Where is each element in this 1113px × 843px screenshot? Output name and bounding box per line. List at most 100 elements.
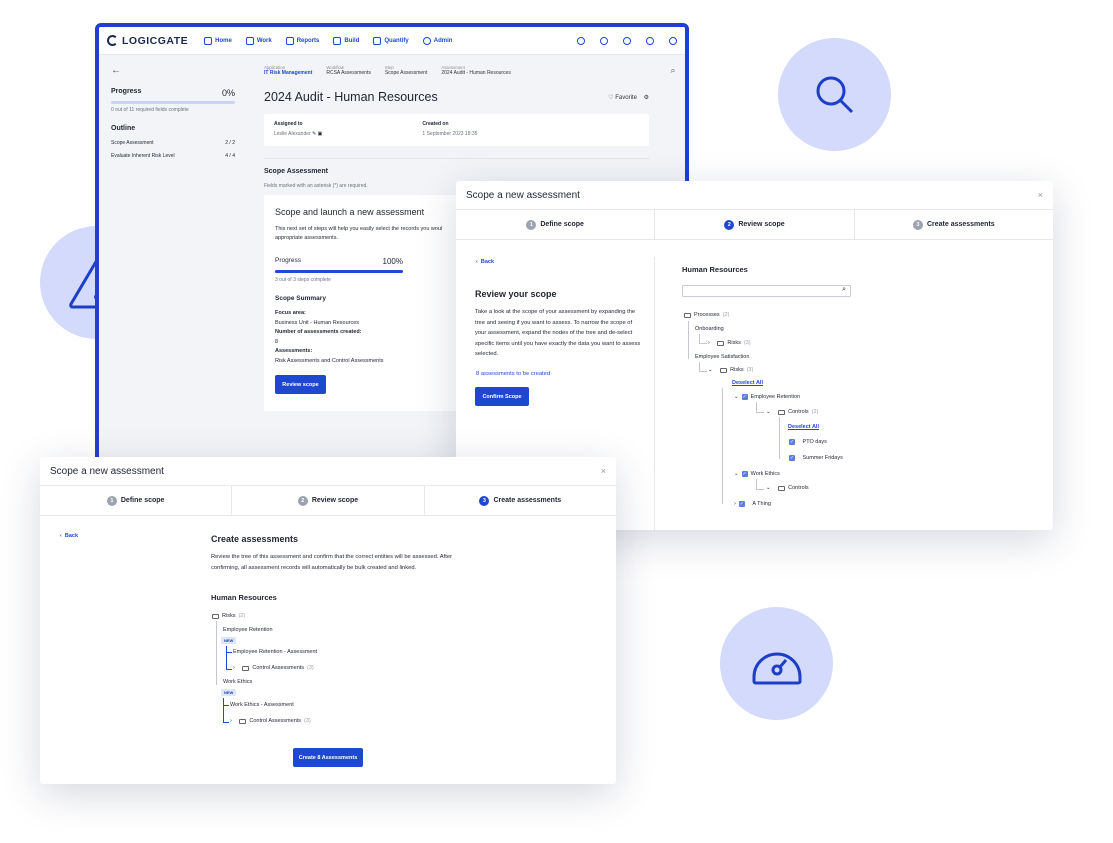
breadcrumb-step: Scope Assessment: [384, 70, 428, 76]
tree-node-employee-satisfaction[interactable]: Employee Satisfaction: [695, 354, 749, 360]
chevron-right-icon[interactable]: ›: [230, 718, 232, 724]
modal-title: Scope a new assessment: [466, 189, 580, 201]
tree-node-a-thing[interactable]: › ✓ A Thing: [734, 501, 771, 507]
tree-node-controls-work-ethics[interactable]: ⌄ Controls: [766, 485, 809, 491]
history-icon[interactable]: [623, 36, 631, 45]
progress-subtext: 0 out of 11 required fields complete: [111, 107, 189, 113]
tree-search-input[interactable]: ⌕: [682, 285, 851, 297]
create-heading: Create assessments: [211, 534, 299, 544]
page-title: 2024 Audit - Human Resources: [264, 90, 438, 104]
step-create-assessments[interactable]: 3 Create assessments: [855, 210, 1053, 239]
tree-node-pto-days[interactable]: ✓ PTO days: [789, 439, 827, 445]
progress-label: Progress: [111, 88, 142, 95]
tree-node-we-assessment[interactable]: Work Ethics - Assessment: [230, 702, 294, 708]
deselect-all-controls-link[interactable]: Deselect All: [788, 424, 819, 430]
wrench-icon: [333, 36, 342, 45]
checkbox-checked[interactable]: ✓: [741, 471, 748, 477]
checkbox-checked[interactable]: ✓: [789, 455, 795, 461]
nav-home[interactable]: Home: [204, 36, 232, 45]
close-icon[interactable]: ×: [1038, 190, 1043, 200]
create-assessments-button[interactable]: Create 8 Assessments: [293, 748, 363, 767]
nav-admin[interactable]: Admin: [422, 36, 452, 45]
nav-quantify[interactable]: Quantify: [373, 36, 409, 45]
tree-node-work-ethics[interactable]: Work Ethics: [223, 679, 252, 685]
close-icon[interactable]: ×: [601, 466, 606, 476]
back-link[interactable]: ‹ Back: [60, 533, 78, 539]
review-description: Take a look at the scope of your assessm…: [475, 309, 641, 357]
review-heading: Review your scope: [475, 289, 557, 299]
folder-icon: [245, 36, 254, 45]
tree-node-er-assessment[interactable]: Employee Retention - Assessment: [233, 649, 317, 655]
tree-node-control-assessments[interactable]: › Control Assessments (3): [233, 665, 314, 671]
new-badge: NEW: [221, 637, 237, 644]
checkbox-checked[interactable]: ✓: [741, 394, 748, 400]
bell-icon[interactable]: [646, 36, 654, 45]
breadcrumb-workflow: RCSA Assessments: [326, 70, 371, 76]
progress-bar: [111, 101, 235, 104]
stepper: 1 Define scope 2 Review scope 3 Create asse…: [40, 486, 616, 516]
outline-item[interactable]: Scope Assessment 2 / 2: [111, 140, 235, 146]
chevron-down-icon[interactable]: ⌄: [708, 367, 713, 373]
tree-title: Human Resources: [682, 265, 748, 274]
folder-icon: [684, 312, 691, 318]
assignment-card: Assigned to Leslie Alexander ✎ ▣ Created …: [264, 114, 649, 146]
home-icon: [204, 36, 213, 45]
assessment-count-link[interactable]: 8 assessments to be created: [476, 371, 550, 377]
outline-item[interactable]: Evaluate Inherent Risk Level 4 / 4: [111, 153, 235, 159]
step-define-scope[interactable]: 1 Define scope: [40, 486, 233, 515]
calculator-icon: [373, 36, 382, 45]
stepper: 1 Define scope 2 Review scope 3 Create asse…: [456, 210, 1053, 240]
tree-node-employee-retention[interactable]: Employee Retention: [223, 627, 273, 633]
breadcrumb-application[interactable]: IT Risk Management: [264, 70, 312, 76]
favorite-button[interactable]: ♡ Favorite ⚙: [608, 94, 649, 101]
nav-work[interactable]: Work: [245, 36, 272, 45]
new-badge: NEW: [221, 689, 237, 696]
checkbox-checked[interactable]: ✓: [738, 501, 745, 507]
tree-node-work-ethics[interactable]: ⌄ ✓ Work Ethics: [734, 471, 780, 477]
sidebar: ← Progress 0% 0 out of 11 required field…: [99, 55, 247, 465]
step-review-scope[interactable]: 2 Review scope: [655, 210, 855, 239]
step-define-scope[interactable]: 1 Define scope: [456, 210, 656, 239]
progress-percent: 0%: [221, 88, 235, 98]
tree-node-employee-retention[interactable]: ⌄ ✓ Employee Retention: [734, 394, 800, 400]
heart-icon[interactable]: [600, 36, 608, 45]
step-review-scope[interactable]: 2 Review scope: [232, 486, 425, 515]
comments-icon[interactable]: ⌕: [670, 65, 675, 85]
chart-icon: [285, 36, 294, 45]
star-icon[interactable]: [577, 36, 585, 45]
gauge-icon: [752, 652, 801, 684]
tree-node-onboarding[interactable]: Onboarding: [695, 326, 724, 332]
launch-progress-bar: [275, 270, 403, 273]
chevron-right-icon[interactable]: ›: [708, 340, 710, 346]
tree-node-processes[interactable]: Processes (2): [684, 312, 729, 318]
modal-title: Scope a new assessment: [50, 465, 164, 477]
tree-node-risks[interactable]: ⌄ Risks (3): [708, 367, 753, 373]
tree-node-risks[interactable]: Risks (2): [212, 613, 245, 619]
nav-build[interactable]: Build: [333, 36, 359, 45]
tree-node-risks-onboarding[interactable]: › Risks (3): [708, 340, 751, 346]
create-assessments-modal: Scope a new assessment × 1 Define scope 2R…: [40, 457, 616, 784]
review-scope-button[interactable]: Review scope: [275, 375, 326, 394]
logo: LOGICGATE: [107, 35, 188, 47]
tree-node-control-assessments[interactable]: › Control Assessments (3): [230, 718, 311, 724]
search-icon: [816, 76, 853, 113]
right-rail: ⌕: [661, 55, 685, 85]
back-arrow-icon[interactable]: ←: [111, 65, 235, 76]
chevron-right-icon[interactable]: ›: [233, 665, 235, 671]
assignee[interactable]: Leslie Alexander: [274, 131, 311, 137]
search-icon: ⌕: [842, 286, 846, 293]
breadcrumb-assessment: 2024 Audit - Human Resources: [441, 70, 511, 76]
checkbox-checked[interactable]: ✓: [789, 439, 795, 445]
step-create-assessments[interactable]: 3 Create assessments: [425, 486, 616, 515]
profile-icon[interactable]: [669, 36, 677, 45]
deselect-all-link[interactable]: Deselect All: [732, 380, 763, 386]
confirm-scope-button[interactable]: Confirm Scope: [475, 387, 529, 406]
tree-node-summer-fridays[interactable]: ✓ Summer Fridays: [789, 455, 843, 461]
create-description: Review the tree of this assessment and c…: [211, 554, 453, 571]
nav-reports[interactable]: Reports: [285, 36, 319, 45]
created-date: 1 September 2023 18:35: [422, 131, 478, 137]
logo-icon: [107, 35, 118, 46]
user-circle-icon: [422, 36, 431, 45]
tree-node-controls[interactable]: ⌄ Controls (2): [766, 409, 818, 415]
back-link[interactable]: ‹ Back: [476, 259, 494, 265]
